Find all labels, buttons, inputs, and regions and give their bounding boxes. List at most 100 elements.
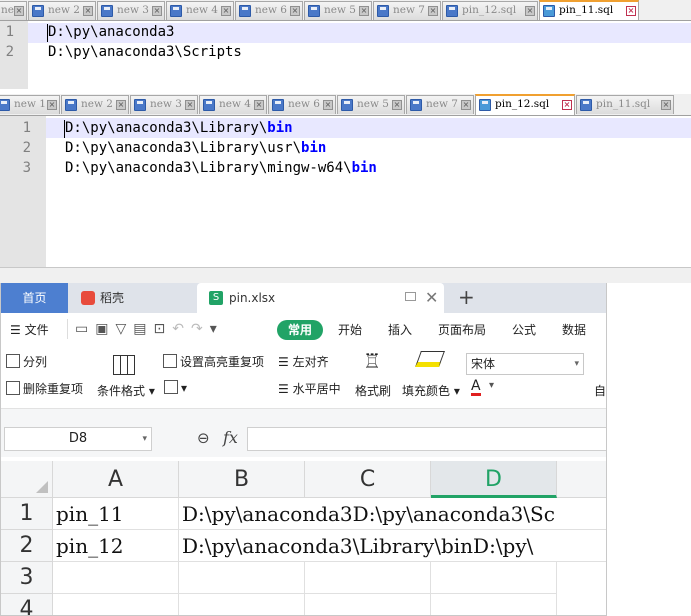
cell-d4[interactable]	[431, 594, 557, 615]
undo-icon[interactable]: ↶	[172, 321, 191, 337]
ribbon-tab-page-layout[interactable]: 页面布局	[438, 321, 486, 338]
code-line[interactable]: D:\py\anaconda3\Library\usr\bin	[65, 140, 326, 156]
cell-b2[interactable]: D:\py\anaconda3\Library\binD:\py\	[179, 530, 606, 562]
format-painter-icon[interactable]: ♖	[363, 349, 381, 373]
restore-window-icon[interactable]	[405, 292, 416, 301]
quick-access-toolbar[interactable]: ▭▣▽▤⊡↶↷▾	[75, 321, 224, 337]
more-dropdown-icon[interactable]: ▾	[210, 321, 224, 337]
name-box[interactable]: D8 ▾	[4, 427, 152, 451]
close-icon[interactable]: ×	[661, 100, 671, 110]
file-tab[interactable]: new 5 ×	[337, 95, 405, 114]
redo-icon[interactable]: ↷	[191, 321, 210, 337]
new-tab-plus-icon[interactable]: +	[458, 285, 475, 309]
file-tab[interactable]: new 7 ×	[373, 1, 441, 20]
file-tab[interactable]: pin_12.sql ×	[442, 1, 538, 20]
row-header-2[interactable]: 2	[1, 530, 53, 562]
zoom-search-icon[interactable]: ⊖	[197, 429, 210, 447]
open-folder-icon[interactable]: ▭	[75, 321, 95, 337]
print-icon[interactable]: ▤	[133, 321, 153, 337]
tab-file-pin[interactable]: S pin.xlsx ✕	[197, 283, 444, 313]
close-icon[interactable]: ×	[626, 6, 636, 16]
split-column-button[interactable]: 分列	[6, 353, 47, 370]
row-header-3[interactable]: 3	[1, 562, 53, 594]
preview-icon[interactable]: ⊡	[153, 321, 172, 337]
ribbon-tab-insert[interactable]: 插入	[388, 321, 412, 338]
file-tab[interactable]: new 6 ×	[235, 1, 303, 20]
row-header-1[interactable]: 1	[1, 498, 53, 530]
row-header-4[interactable]: 4	[1, 594, 53, 615]
cell-a3[interactable]	[53, 562, 179, 594]
code-line[interactable]: D:\py\anaconda3\Scripts	[48, 44, 242, 60]
font-color-button[interactable]: A	[471, 379, 481, 396]
file-tab[interactable]: new 2 ×	[28, 1, 96, 20]
code-line[interactable]: D:\py\anaconda3\Library\mingw-w64\bin	[65, 160, 377, 176]
filter-icon[interactable]: ▽	[115, 321, 133, 337]
close-icon[interactable]: ×	[562, 100, 572, 110]
close-icon[interactable]: ×	[392, 100, 402, 110]
close-icon[interactable]: ×	[428, 6, 438, 16]
fill-bucket-icon[interactable]	[415, 351, 445, 367]
cell-b1[interactable]: D:\py\anaconda3D:\py\anaconda3\Sc	[179, 498, 606, 530]
fx-icon[interactable]: fx	[223, 428, 238, 447]
select-all-corner[interactable]	[1, 461, 53, 498]
format-painter-button[interactable]: 格式刷	[355, 382, 391, 399]
close-icon[interactable]: ×	[359, 6, 369, 16]
align-left-button[interactable]: ☰ 左对齐	[278, 353, 329, 370]
conditional-format-icon[interactable]	[113, 355, 135, 375]
file-tab[interactable]: new 2 ×	[61, 95, 129, 114]
sheet-grid[interactable]: A B C D 1 2 3 4 pin_11 D:\py\anaconda3D:…	[1, 457, 606, 615]
file-tab[interactable]: new 6 ×	[268, 95, 336, 114]
close-icon[interactable]: ×	[254, 100, 264, 110]
cell-c3[interactable]	[305, 562, 431, 594]
font-color-dropdown-icon[interactable]: ▾	[489, 380, 494, 391]
column-header-a[interactable]: A	[53, 461, 179, 498]
ribbon-tab-formula[interactable]: 公式	[512, 321, 536, 338]
auto-button[interactable]: 自	[594, 382, 606, 399]
file-tab[interactable]: new 3 ×	[97, 1, 165, 20]
code-line[interactable]: D:\py\anaconda3\Library\bin	[65, 120, 293, 136]
close-icon[interactable]: ×	[83, 6, 93, 16]
close-icon[interactable]: ×	[152, 6, 162, 16]
ribbon-tab-start[interactable]: 开始	[338, 321, 362, 338]
file-tab[interactable]: new 3 ×	[130, 95, 198, 114]
tab-home[interactable]: 首页	[1, 283, 68, 313]
top-editor[interactable]: 1 2 D:\py\anaconda3 D:\py\anaconda3\Scri…	[0, 21, 691, 89]
formula-input[interactable]	[247, 427, 606, 451]
tab-daoke[interactable]: 稻壳	[68, 283, 196, 313]
mid-editor[interactable]: 1 2 3 D:\py\anaconda3\Library\bin D:\py\…	[0, 116, 691, 268]
borders-button[interactable]: ▾	[164, 380, 187, 395]
file-tab[interactable]: pin_11.sql ×	[576, 95, 674, 114]
close-tab-icon[interactable]: ✕	[425, 283, 438, 313]
column-header-e[interactable]	[557, 461, 606, 498]
close-icon[interactable]: ×	[290, 6, 300, 16]
menu-file[interactable]: ☰ 文件	[10, 321, 49, 338]
file-tab[interactable]: new 1×	[0, 95, 60, 114]
font-name-select[interactable]: 宋体 ▾	[466, 353, 584, 375]
cell-a1[interactable]: pin_11	[53, 498, 179, 530]
cell-a2[interactable]: pin_12	[53, 530, 179, 562]
close-icon[interactable]: ×	[221, 6, 231, 16]
file-tab[interactable]: new 4 ×	[199, 95, 267, 114]
close-icon[interactable]: ×	[116, 100, 126, 110]
file-tab[interactable]: new 7 ×	[406, 95, 474, 114]
ribbon-tab-common[interactable]: 常用	[277, 320, 323, 340]
file-tab[interactable]: new 4 ×	[166, 1, 234, 20]
cell-c4[interactable]	[305, 594, 431, 615]
cell-b4[interactable]	[179, 594, 305, 615]
cell-b3[interactable]	[179, 562, 305, 594]
close-icon[interactable]: ×	[461, 100, 471, 110]
close-icon[interactable]: ×	[525, 6, 535, 16]
highlight-duplicates-button[interactable]: 设置高亮重复项	[163, 353, 264, 370]
close-icon[interactable]: ×	[185, 100, 195, 110]
conditional-format-button[interactable]: 条件格式 ▾	[97, 382, 155, 399]
cell-a4[interactable]	[53, 594, 179, 615]
save-icon[interactable]: ▣	[95, 321, 115, 337]
center-button[interactable]: ☰ 水平居中	[278, 380, 341, 397]
file-tab[interactable]: pin_11.sql ×	[539, 0, 639, 20]
close-icon[interactable]: ×	[47, 100, 57, 110]
column-header-c[interactable]: C	[305, 461, 431, 498]
column-header-d[interactable]: D	[431, 461, 557, 498]
cell-d3[interactable]	[431, 562, 557, 594]
ribbon-tab-data[interactable]: 数据	[562, 321, 586, 338]
file-tab[interactable]: pin_12.sql ×	[475, 94, 575, 115]
